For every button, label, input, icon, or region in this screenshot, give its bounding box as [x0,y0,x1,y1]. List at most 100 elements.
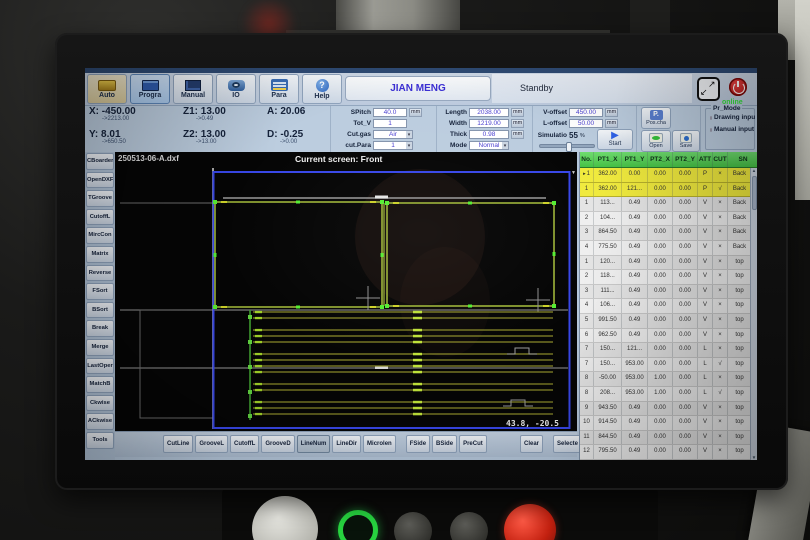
cutpara-select[interactable]: 1 [373,141,413,150]
sidebar-button[interactable]: MircCon [86,227,114,244]
table-row[interactable]: 3 111... 0.49 0.00 0.00 V × top [580,285,750,300]
col-pt2y[interactable]: PT2_Y [673,152,698,167]
io-button[interactable]: IO [216,74,256,104]
emergency-stop-button[interactable] [504,504,556,540]
table-row[interactable]: 4 106... 0.49 0.00 0.00 V × top [580,299,750,314]
sidebar-button[interactable]: Break [86,320,114,337]
sidebar-button[interactable]: TGroove [86,190,114,207]
loffset-field[interactable]: 50.00 [569,119,603,128]
spitch-field[interactable]: 40.0 [373,108,407,117]
pr-mode-option[interactable]: Manual input [710,126,754,133]
para-button[interactable]: Para [259,74,299,104]
segment-table: No. PT1_X PT1_Y PT2_X PT2_Y ATT CUT SN 1… [579,152,757,460]
poscha-button[interactable]: P. Pos.cha [641,107,671,129]
bottom-tool-button[interactable]: LineNum [297,435,331,453]
totv-field[interactable]: 1 [373,119,407,128]
panel-gray-button-2[interactable] [450,512,488,540]
clear-button[interactable]: Clear [520,435,543,453]
spitch-label: SPitch [339,109,371,116]
manual-button[interactable]: Manual [173,74,213,104]
table-row[interactable]: 2 104... 0.49 0.00 0.00 V × Back [580,212,750,227]
panel-gray-button-1[interactable] [394,512,432,540]
bottom-tool-button[interactable]: BSide [432,435,457,453]
machine-title-button[interactable]: JIAN MENG [345,76,491,101]
sidebar-button[interactable]: Merge [86,339,114,356]
col-sn[interactable]: SN [728,152,757,167]
sidebar-button[interactable]: CutoffL [86,209,114,226]
col-pt1y[interactable]: PT1_Y [622,152,648,167]
scroll-down-icon[interactable]: ▼ [751,455,757,460]
length-field[interactable]: 2038.00 [469,108,509,117]
table-row[interactable]: 8 208... 953.00 1.00 0.00 L √ top [580,387,750,402]
table-row[interactable]: 8 -50.00 953.00 1.00 0.00 L × top [580,372,750,387]
table-row[interactable]: 5 991.50 0.49 0.00 0.00 V × top [580,314,750,329]
table-row[interactable]: 7 150... 121... 0.00 0.00 L × top [580,343,750,358]
table-row[interactable]: 1 362.00 0.00 0.00 0.00 P × Back [580,168,750,183]
col-pt2x[interactable]: PT2_X [648,152,673,167]
simulate-slider[interactable] [539,144,595,148]
col-att[interactable]: ATT [698,152,713,167]
sidebar-button[interactable]: ACkwise [86,413,114,430]
table-row[interactable]: 1 120... 0.49 0.00 0.00 V × top [580,256,750,271]
col-cut[interactable]: CUT [713,152,728,167]
cursor-position: 43.8, -20.5 [506,419,559,428]
manual-icon [185,80,201,91]
bottom-tool-button[interactable] [398,435,404,453]
scroll-thumb[interactable] [752,176,757,210]
resize-button[interactable]: ↗ ↙ [697,77,720,101]
table-row[interactable]: 2 118... 0.49 0.00 0.00 V × top [580,270,750,285]
drawing-canvas[interactable]: 250513-06-A.dxf Current screen: Front ▼ … [115,152,577,431]
mode-select[interactable]: Normal [469,141,509,150]
auto-button[interactable]: Auto [87,74,127,104]
save-button[interactable]: Save [672,130,700,152]
bottom-tool-button[interactable]: GrooveD [261,435,294,453]
table-row[interactable]: 3 864.50 0.49 0.00 0.00 V × Back [580,226,750,241]
open-button[interactable]: Open [641,130,671,152]
cutgas-select[interactable]: Air [373,130,413,139]
slider-thumb[interactable] [566,142,572,152]
bottom-tool-button[interactable]: GrooveL [195,435,228,453]
start-button[interactable]: ▶ Start [597,129,633,150]
table-row[interactable]: 9 943.50 0.49 0.00 0.00 V × top [580,402,750,417]
width-field[interactable]: 1219.00 [469,119,509,128]
table-row[interactable]: 4 775.50 0.49 0.00 0.00 V × Back [580,241,750,256]
bottom-tool-button[interactable]: LineDir [332,435,361,453]
table-row[interactable]: 1 362.00 121... 0.00 0.00 P √ Back [580,183,750,198]
progra-button[interactable]: Progra [130,74,170,104]
table-header-row: No. PT1_X PT1_Y PT2_X PT2_Y ATT CUT SN [580,152,757,168]
table-scrollbar[interactable]: ▲ ▼ [750,168,757,460]
sidebar-button[interactable]: Ckwise [86,395,114,412]
totv-label: Tot_V [339,120,371,127]
bottom-tool-button[interactable]: CutLine [163,435,193,453]
col-pt1x[interactable]: PT1_X [594,152,622,167]
voffset-field[interactable]: 450.00 [569,108,603,117]
sidebar-button[interactable]: Matrix [86,246,114,263]
table-row[interactable]: 11 844.50 0.49 0.00 0.00 V × top [580,431,750,446]
help-button[interactable]: ? Help [302,74,342,104]
sidebar-button[interactable]: FSort [86,283,114,300]
sidebar-button[interactable]: MatchB [86,376,114,393]
panel-green-button[interactable] [338,510,378,540]
pr-mode-option[interactable]: Drawing inpu [710,114,754,121]
panel-knob[interactable] [252,496,318,540]
power-button[interactable] [729,78,747,96]
scroll-up-icon[interactable]: ▲ [751,168,757,173]
thick-field[interactable]: 0.98 [469,130,509,139]
sidebar-button[interactable]: LastOper [86,358,114,375]
sidebar-button[interactable]: CBoarder [86,153,114,170]
table-row[interactable]: 1 113... 0.49 0.00 0.00 V × Back [580,197,750,212]
sidebar-button[interactable]: Reverse [86,265,114,282]
bottom-tool-button[interactable]: PreCut [459,435,487,453]
table-row[interactable]: 6 962.50 0.49 0.00 0.00 V × top [580,329,750,344]
table-row[interactable]: 10 914.50 0.49 0.00 0.00 V × top [580,416,750,431]
bottom-tool-button[interactable]: CutoffL [230,435,259,453]
table-row[interactable]: 7 150... 953.00 0.00 0.00 L √ top [580,358,750,373]
canvas-scroll-arrow[interactable]: ▼ [571,170,576,176]
sidebar-button[interactable]: BSort [86,302,114,319]
table-row[interactable]: 12 795.50 0.49 0.00 0.00 V × top [580,445,750,460]
col-no[interactable]: No. [580,152,594,167]
bottom-tool-button[interactable]: FSide [406,435,430,453]
bottom-tool-button[interactable]: Microlen [363,435,396,453]
sidebar-button[interactable]: Tools [86,432,114,449]
sidebar-button[interactable]: OpenDXF [86,172,114,189]
